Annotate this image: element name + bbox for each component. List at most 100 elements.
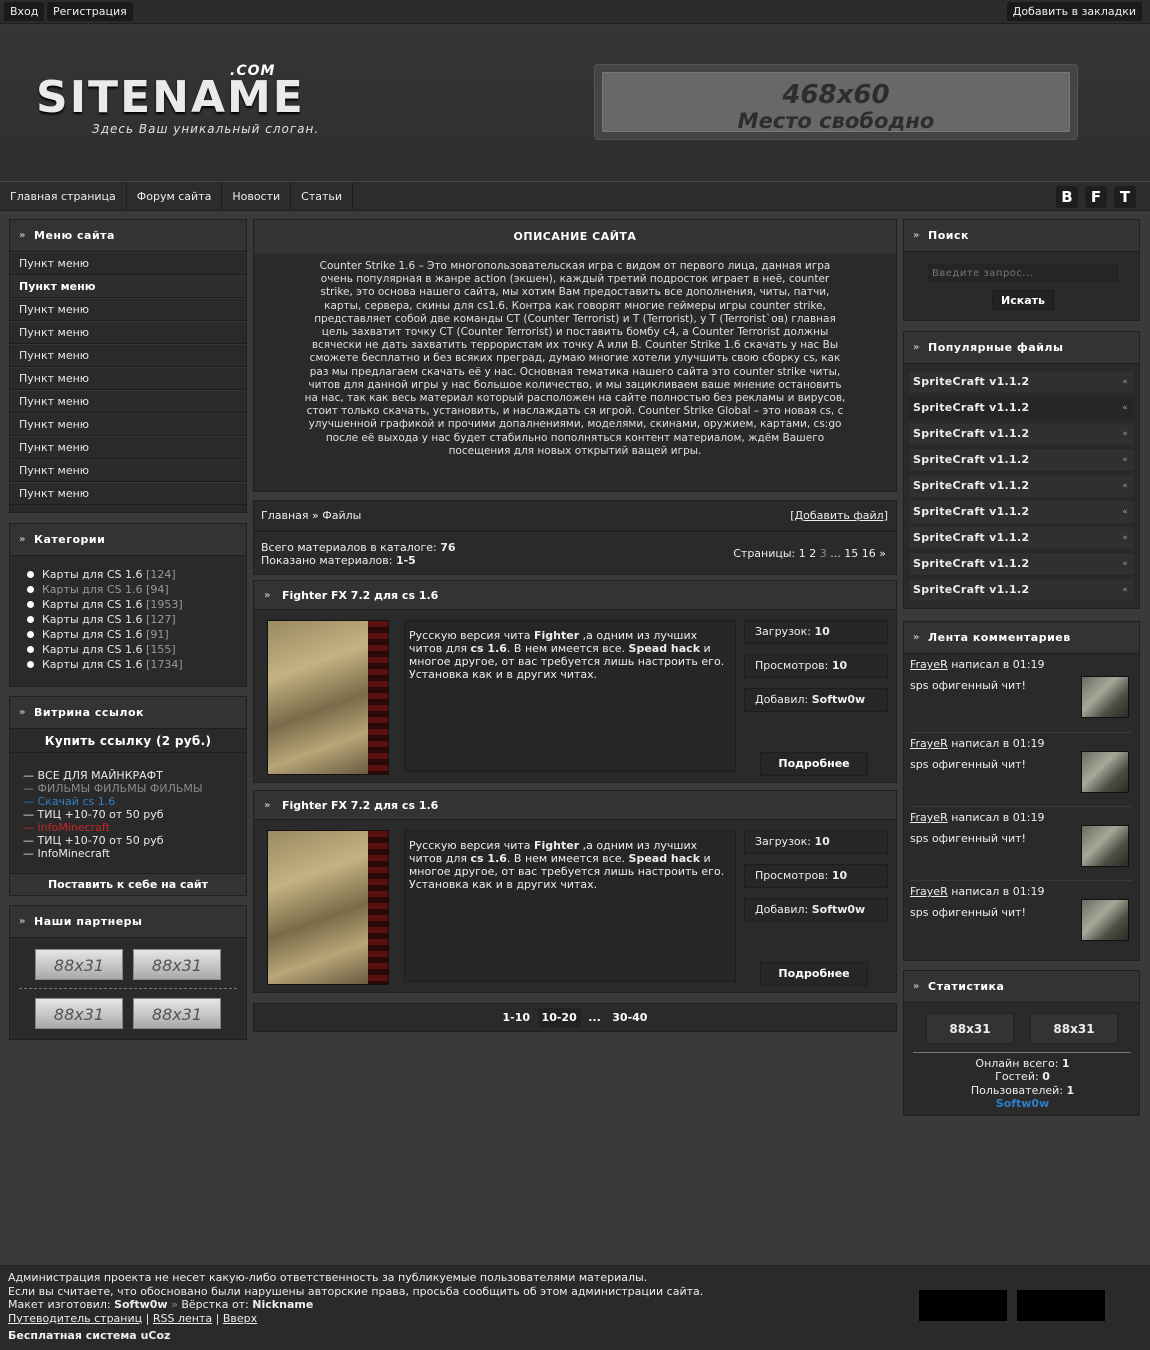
menu-item-8[interactable]: Пункт меню (10, 413, 246, 436)
comment-avatar[interactable] (1081, 676, 1129, 718)
file-description-part: Русскую версия чита (409, 629, 534, 642)
login-link[interactable]: Вход (4, 2, 45, 21)
page-link-2[interactable]: 2 (809, 547, 816, 560)
comment-avatar[interactable] (1081, 825, 1129, 867)
menu-item-5[interactable]: Пункт меню (10, 344, 246, 367)
menu-item-1[interactable]: Пункт меню (10, 252, 246, 275)
category-name: Карты для CS 1.6 (42, 583, 143, 596)
ad-banner[interactable]: 468x60 Место свободно (594, 64, 1078, 140)
showcase-link[interactable]: — ФИЛЬМЫ ФИЛЬМЫ ФИЛЬМЫ (10, 782, 246, 795)
popular-file-item[interactable]: SpriteCraft v1.1.2 (908, 552, 1135, 576)
file-more-button[interactable]: Подробнее (760, 752, 868, 776)
file-views: Просмотров: 10 (744, 654, 888, 678)
social-b-icon[interactable]: B (1056, 186, 1078, 208)
file-description-part: Fighter (534, 839, 580, 852)
comment-author-link[interactable]: FrayeR (910, 811, 948, 824)
popular-file-item[interactable]: SpriteCraft v1.1.2 (908, 370, 1135, 394)
statistics-block: Статистика 88x31 88x31 Онлайн всего: 1 Г… (903, 970, 1140, 1116)
footer-top-link[interactable]: Вверх (223, 1312, 257, 1325)
category-item[interactable]: Карты для CS 1.6 [1953] (10, 597, 246, 612)
pager-link-1[interactable]: 1-10 (499, 1008, 535, 1027)
stats-counter-1[interactable]: 88x31 (926, 1013, 1014, 1044)
showcase-link[interactable]: — ВСЕ ДЛЯ МАЙНКРАФТ (10, 769, 246, 782)
footer-rss-link[interactable]: RSS лента (153, 1312, 212, 1325)
comment-header: FrayeR написал в 01:19 (910, 737, 1133, 751)
file-downloads: Загрузок: 10 (744, 620, 888, 644)
popular-file-item[interactable]: SpriteCraft v1.1.2 (908, 526, 1135, 550)
file-title[interactable]: Fighter FX 7.2 для cs 1.6 (254, 791, 896, 820)
comment-avatar[interactable] (1081, 899, 1129, 941)
category-item[interactable]: Карты для CS 1.6 [155] (10, 642, 246, 657)
popular-file-item[interactable]: SpriteCraft v1.1.2 (908, 422, 1135, 446)
menu-item-2[interactable]: Пункт меню (10, 275, 246, 298)
category-item[interactable]: Карты для CS 1.6 [1734] (10, 657, 246, 672)
page-link-7[interactable]: » (879, 547, 886, 560)
bookmark-link[interactable]: Добавить в закладки (1006, 2, 1142, 21)
menu-item-7[interactable]: Пункт меню (10, 390, 246, 413)
comment-author-link[interactable]: FrayeR (910, 885, 948, 898)
nav-news[interactable]: Новости (222, 182, 292, 211)
menu-item-3[interactable]: Пункт меню (10, 298, 246, 321)
footer-counter-1[interactable] (919, 1290, 1007, 1321)
category-item[interactable]: Карты для CS 1.6 [91] (10, 627, 246, 642)
menu-item-6[interactable]: Пункт меню (10, 367, 246, 390)
add-file-link[interactable]: Добавить файл (795, 509, 884, 522)
menu-item-4[interactable]: Пункт меню (10, 321, 246, 344)
footer-counter-2[interactable] (1017, 1290, 1105, 1321)
page-link-5[interactable]: 15 (844, 547, 858, 560)
menu-item-9[interactable]: Пункт меню (10, 436, 246, 459)
popular-files-title: Популярные файлы (904, 332, 1139, 364)
install-widget-link[interactable]: Поставить к себе на сайт (10, 873, 246, 895)
menu-item-11[interactable]: Пункт меню (10, 482, 246, 505)
nav-articles[interactable]: Статьи (291, 182, 354, 211)
category-item[interactable]: Карты для CS 1.6 [127] (10, 612, 246, 627)
stats-users: Пользователей: 1 (970, 1083, 1075, 1097)
partner-button-4[interactable]: 88x31 (133, 998, 221, 1029)
showcase-link[interactable]: — ТИЦ +10-70 от 50 руб (10, 834, 246, 847)
partner-button-2[interactable]: 88x31 (133, 949, 221, 980)
showcase-link[interactable]: — Скачай cs 1.6 (10, 795, 246, 808)
pager-link-4[interactable]: 30-40 (608, 1008, 651, 1027)
site-logo[interactable]: SITENAME (36, 73, 305, 123)
social-t-icon[interactable]: T (1114, 186, 1136, 208)
nav-home[interactable]: Главная страница (0, 182, 127, 211)
comment-avatar[interactable] (1081, 751, 1129, 793)
partner-button-1[interactable]: 88x31 (35, 949, 123, 980)
stats-counter-2[interactable]: 88x31 (1030, 1013, 1118, 1044)
popular-file-item[interactable]: SpriteCraft v1.1.2 (908, 578, 1135, 602)
buy-link-button[interactable]: Купить ссылку (2 руб.) (10, 729, 246, 753)
social-f-icon[interactable]: F (1085, 186, 1107, 208)
popular-file-item[interactable]: SpriteCraft v1.1.2 (908, 500, 1135, 524)
popular-file-item[interactable]: SpriteCraft v1.1.2 (908, 448, 1135, 472)
popular-files-list: SpriteCraft v1.1.2SpriteCraft v1.1.2Spri… (904, 364, 1139, 602)
popular-file-item[interactable]: SpriteCraft v1.1.2 (908, 396, 1135, 420)
comment-author-link[interactable]: FrayeR (910, 737, 948, 750)
partner-button-3[interactable]: 88x31 (35, 998, 123, 1029)
category-item[interactable]: Карты для CS 1.6 [94] (10, 582, 246, 597)
search-input[interactable] (926, 262, 1120, 284)
page-link-3[interactable]: 3 (820, 547, 827, 560)
category-item[interactable]: Карты для CS 1.6 [124] (10, 567, 246, 582)
categories-list: Карты для CS 1.6 [124] Карты для CS 1.6 [… (10, 556, 246, 672)
register-link[interactable]: Регистрация (47, 2, 133, 21)
page-link-6[interactable]: 16 (862, 547, 876, 560)
popular-file-item[interactable]: SpriteCraft v1.1.2 (908, 474, 1135, 498)
file-more-button[interactable]: Подробнее (760, 962, 868, 986)
file-thumbnail[interactable] (267, 830, 389, 985)
showcase-link[interactable]: — InfoMinecraft (10, 847, 246, 860)
menu-item-10[interactable]: Пункт меню (10, 459, 246, 482)
nav-forum[interactable]: Форум сайта (127, 182, 223, 211)
footer-sitemap-link[interactable]: Путеводитель страниц (8, 1312, 142, 1325)
stats-online-user[interactable]: Softw0w (996, 1097, 1050, 1110)
page-link-1[interactable]: 1 (799, 547, 806, 560)
thumbnail-menu-strip (368, 831, 388, 984)
search-button[interactable]: Искать (992, 290, 1054, 310)
pager-link-2[interactable]: 10-20 (537, 1008, 581, 1027)
comment-author-link[interactable]: FrayeR (910, 658, 948, 671)
file-thumbnail[interactable] (267, 620, 389, 775)
comment-time: 01:19 (1012, 737, 1045, 750)
showcase-link[interactable]: — ТИЦ +10-70 от 50 руб (10, 808, 246, 821)
file-title[interactable]: Fighter FX 7.2 для cs 1.6 (254, 581, 896, 610)
breadcrumb-home[interactable]: Главная (261, 509, 309, 522)
showcase-link[interactable]: — InfoMinecraft (10, 821, 246, 834)
